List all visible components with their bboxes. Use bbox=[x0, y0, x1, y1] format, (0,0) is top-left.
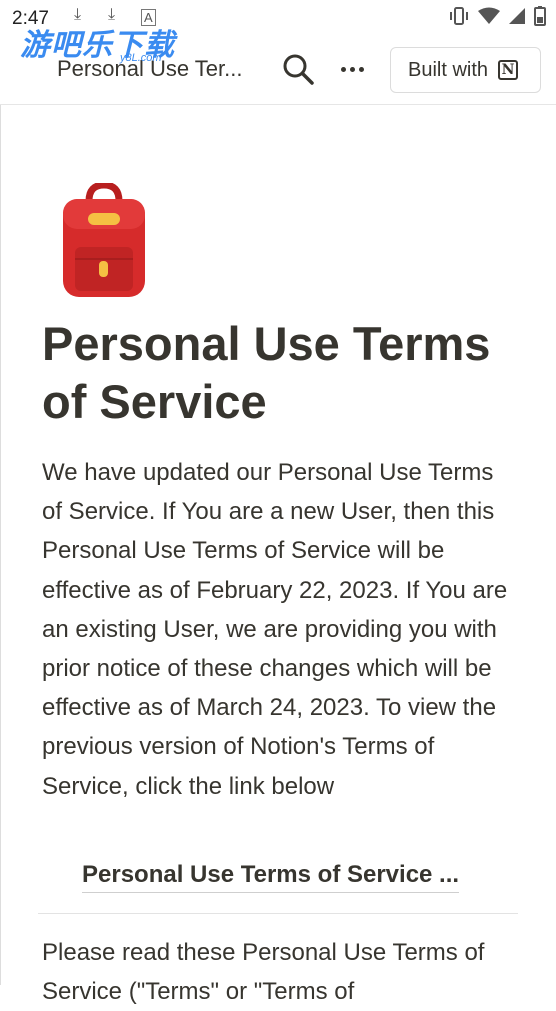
divider bbox=[38, 913, 518, 914]
battery-icon bbox=[534, 6, 546, 31]
more-dot-icon bbox=[340, 66, 346, 72]
previous-terms-link[interactable]: Personal Use Terms of Service ... bbox=[82, 861, 460, 893]
body-paragraph: Please read these Personal Use Terms of … bbox=[42, 939, 485, 1006]
page-content: Personal Use Terms of Service We have up… bbox=[0, 105, 556, 1005]
search-icon bbox=[283, 54, 314, 85]
built-with-label: Built with bbox=[408, 58, 489, 81]
status-icons bbox=[448, 6, 546, 31]
search-button[interactable] bbox=[281, 52, 315, 86]
built-with-notion-button[interactable]: Built with N bbox=[390, 47, 541, 93]
more-dot-icon bbox=[358, 66, 364, 72]
intro-paragraph: We have updated our Personal Use Terms o… bbox=[42, 459, 508, 800]
notion-logo-icon: N bbox=[498, 60, 519, 80]
backpack-icon bbox=[61, 181, 147, 299]
vibrate-icon bbox=[448, 7, 470, 30]
page-heading: Personal Use Terms of Service bbox=[42, 317, 491, 428]
more-options-button[interactable] bbox=[336, 54, 368, 84]
signal-icon bbox=[508, 7, 526, 30]
wifi-icon bbox=[478, 7, 500, 30]
watermark-sub: y8L.com bbox=[120, 52, 162, 64]
more-dot-icon bbox=[349, 66, 355, 72]
